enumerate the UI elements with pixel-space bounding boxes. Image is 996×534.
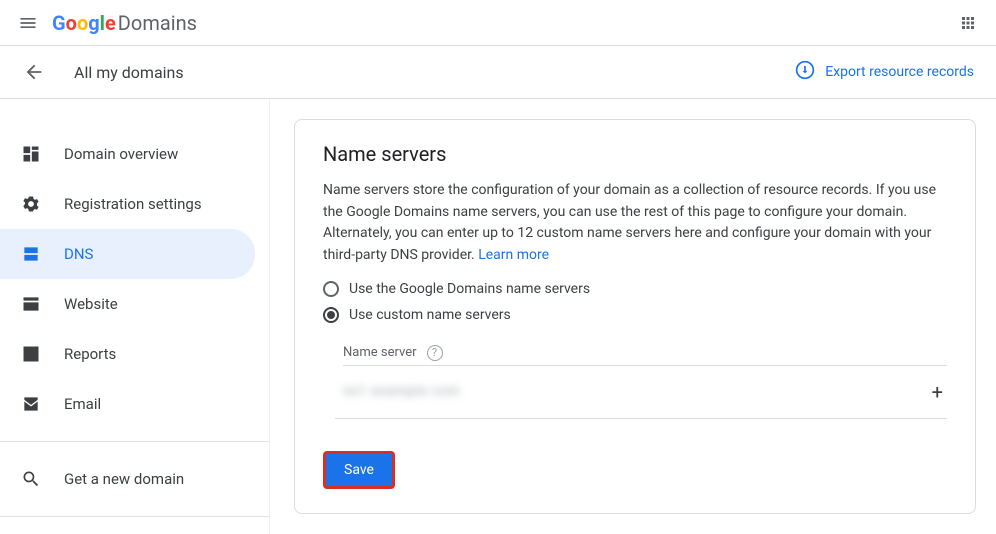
radio-icon xyxy=(323,281,339,297)
sidebar-item-email[interactable]: Email xyxy=(0,379,269,429)
gear-icon xyxy=(20,193,42,215)
name-server-input[interactable]: ns1 example com xyxy=(343,384,460,399)
name-server-input-row: ns1 example com + xyxy=(335,366,947,419)
sidebar-divider xyxy=(0,441,269,442)
sidebar-item-domain-overview[interactable]: Domain overview xyxy=(0,129,269,179)
export-resource-records-link[interactable]: Export resource records xyxy=(795,60,974,84)
name-server-section: Name server ? ns1 example com + xyxy=(343,345,947,419)
export-label: Export resource records xyxy=(825,64,974,80)
card-title: Name servers xyxy=(323,142,947,166)
sidebar-item-registration-settings[interactable]: Registration settings xyxy=(0,179,269,229)
sidebar-item-label: Domain overview xyxy=(64,145,178,163)
radio-icon xyxy=(323,307,339,323)
hamburger-menu-icon[interactable] xyxy=(16,11,40,35)
name-servers-card: Name servers Name servers store the conf… xyxy=(294,119,976,514)
sidebar-item-label: Website xyxy=(64,295,118,313)
dns-icon xyxy=(20,243,42,265)
sidebar-item-reports[interactable]: Reports xyxy=(0,329,269,379)
bar-chart-icon xyxy=(20,343,42,365)
content-area: Domain overview Registration settings DN… xyxy=(0,99,996,534)
learn-more-link[interactable]: Learn more xyxy=(478,247,549,263)
sidebar-item-get-new-domain[interactable]: Get a new domain xyxy=(0,454,269,504)
sidebar-item-label: Reports xyxy=(64,345,116,363)
sidebar-item-label: Email xyxy=(64,395,101,413)
radio-google-name-servers[interactable]: Use the Google Domains name servers xyxy=(323,281,947,297)
topbar: Google Domains xyxy=(0,0,996,46)
radio-custom-name-servers[interactable]: Use custom name servers xyxy=(323,307,947,323)
card-description: Name servers store the configuration of … xyxy=(323,180,947,267)
topbar-left: Google Domains xyxy=(16,11,197,35)
sidebar-item-dns[interactable]: DNS xyxy=(0,229,255,279)
dashboard-icon xyxy=(20,143,42,165)
sidebar-item-label: Get a new domain xyxy=(64,470,184,488)
sidebar-item-label: DNS xyxy=(64,245,93,263)
sidebar-item-website[interactable]: Website xyxy=(0,279,269,329)
save-button[interactable]: Save xyxy=(323,451,395,489)
name-server-field-label: Name server ? xyxy=(343,345,947,361)
main-panel: Name servers Name servers store the conf… xyxy=(270,99,996,534)
sidebar-divider xyxy=(0,516,269,517)
radio-label: Use custom name servers xyxy=(349,307,511,323)
page-title: All my domains xyxy=(74,63,184,82)
back-arrow-icon[interactable] xyxy=(22,60,46,84)
google-domains-logo[interactable]: Google Domains xyxy=(52,11,197,35)
email-icon xyxy=(20,393,42,415)
add-name-server-button[interactable]: + xyxy=(932,380,947,404)
product-suffix: Domains xyxy=(118,11,197,35)
subheader: All my domains Export resource records xyxy=(0,46,996,99)
download-icon xyxy=(795,60,815,84)
apps-grid-icon[interactable] xyxy=(956,11,980,35)
help-icon[interactable]: ? xyxy=(427,345,443,361)
search-icon xyxy=(20,468,42,490)
subheader-left: All my domains xyxy=(22,60,184,84)
website-icon xyxy=(20,293,42,315)
sidebar-item-label: Registration settings xyxy=(64,195,202,213)
sidebar: Domain overview Registration settings DN… xyxy=(0,99,270,534)
radio-label: Use the Google Domains name servers xyxy=(349,281,590,297)
